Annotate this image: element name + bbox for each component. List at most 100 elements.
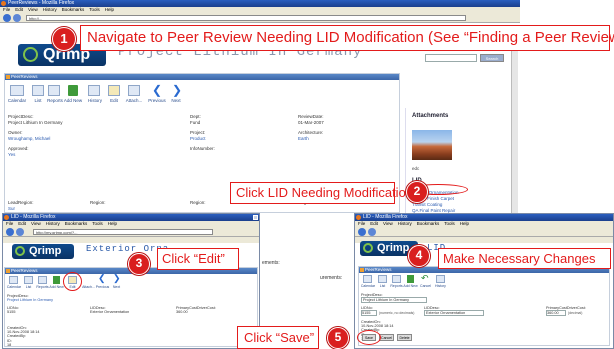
urements-fragment: urements: bbox=[320, 275, 343, 281]
save-toolbar-cancel[interactable]: Cancel bbox=[418, 284, 433, 288]
main-url-bar[interactable]: http://... bbox=[26, 15, 466, 21]
previous-arrow-icon[interactable]: ❮ bbox=[152, 84, 162, 96]
add-new-icon[interactable] bbox=[68, 85, 78, 96]
edit-add-new-icon[interactable] bbox=[53, 276, 60, 284]
firefox-icon bbox=[356, 215, 361, 220]
edit-reports-icon[interactable] bbox=[38, 276, 47, 284]
lead-region-label: LeadRegion: bbox=[8, 200, 34, 205]
save-menu-tools[interactable]: Tools bbox=[444, 221, 455, 226]
main-search-input[interactable] bbox=[425, 54, 477, 62]
menu-edit[interactable]: Edit bbox=[15, 7, 23, 12]
save-panel-title-text: PeerReviews bbox=[365, 267, 392, 272]
save-menu-file[interactable]: File bbox=[358, 221, 365, 226]
edit-back-button[interactable] bbox=[6, 228, 14, 236]
edit-previous-arrow-icon[interactable]: ❮ bbox=[98, 273, 106, 284]
next-arrow-icon[interactable]: ❯ bbox=[172, 84, 182, 96]
edit-menu-view[interactable]: View bbox=[31, 221, 41, 226]
save-menu-bookmarks[interactable]: Bookmarks bbox=[417, 221, 440, 226]
main-panel-title-text: PeerReviews bbox=[11, 74, 38, 79]
edit-menu-bookmarks[interactable]: Bookmarks bbox=[65, 221, 88, 226]
save-forward-button[interactable] bbox=[368, 228, 376, 236]
edit-toolbar-add-new[interactable]: Add New bbox=[48, 285, 65, 289]
review-date-label: ReviewDate: bbox=[298, 114, 324, 119]
callout-step-5: Click “Save” bbox=[237, 326, 319, 349]
edit-menu-edit[interactable]: Edit bbox=[18, 221, 26, 226]
menu-help[interactable]: Help bbox=[105, 7, 114, 12]
save-menu-history[interactable]: History bbox=[398, 221, 412, 226]
forward-button[interactable] bbox=[13, 14, 21, 22]
toolbar-previous[interactable]: Previous bbox=[144, 98, 170, 103]
region2-label: Region: bbox=[190, 200, 206, 205]
edit-navbar: http://my.qrimp.com/?... bbox=[3, 227, 259, 237]
qrimp-logo-ring-save bbox=[363, 243, 373, 253]
reports-icon[interactable] bbox=[48, 85, 60, 96]
toolbar-attach[interactable]: Attach... bbox=[122, 98, 146, 103]
edit-menu-history[interactable]: History bbox=[46, 221, 60, 226]
calendar-icon[interactable] bbox=[10, 85, 24, 96]
project-desc-value: Project Lithium In Germany bbox=[8, 120, 63, 125]
edit-icon[interactable] bbox=[108, 85, 120, 96]
edit-next-arrow-icon[interactable]: ❯ bbox=[113, 273, 121, 284]
edit-forward-button[interactable] bbox=[16, 228, 24, 236]
edit-toolbar-calendar[interactable]: Calendar bbox=[4, 285, 24, 289]
architecture-value[interactable]: Earth bbox=[298, 136, 309, 141]
save-history-icon[interactable] bbox=[436, 275, 445, 283]
edit-toolbar-previous[interactable]: Previous bbox=[94, 285, 111, 289]
step-4-badge: 4 bbox=[408, 245, 430, 267]
menu-file[interactable]: File bbox=[3, 7, 10, 12]
save-primary-cost-value: 360.00 bbox=[547, 311, 559, 315]
save-cancel-icon[interactable]: ↶ bbox=[421, 273, 429, 283]
region-label: Region: bbox=[90, 200, 106, 205]
main-navbar: http://... bbox=[0, 13, 520, 23]
toolbar-add-new[interactable]: Add New bbox=[62, 98, 84, 103]
toolbar-next[interactable]: Next bbox=[168, 98, 184, 103]
attach-icon[interactable] bbox=[128, 85, 140, 96]
ements-fragment: ements: bbox=[262, 260, 280, 266]
save-menu-view[interactable]: View bbox=[383, 221, 393, 226]
save-toolbar-calendar[interactable]: Calendar bbox=[358, 284, 378, 288]
project-value[interactable]: Product bbox=[190, 136, 206, 141]
save-calendar-icon[interactable] bbox=[363, 275, 372, 283]
menu-bookmarks[interactable]: Bookmarks bbox=[62, 7, 85, 12]
edit-menu-tools[interactable]: Tools bbox=[92, 221, 103, 226]
edit-menu-file[interactable]: File bbox=[6, 221, 13, 226]
edit-lid-no-value: 5155 bbox=[7, 310, 16, 314]
history-icon[interactable] bbox=[88, 85, 100, 96]
save-add-new-icon[interactable] bbox=[407, 275, 414, 283]
save-list-icon[interactable] bbox=[378, 275, 387, 283]
main-scrollbar[interactable] bbox=[511, 30, 518, 230]
architecture-label: Architecture: bbox=[298, 130, 324, 135]
delete-button[interactable]: Delete bbox=[397, 334, 412, 341]
step-1-badge: 1 bbox=[52, 27, 76, 51]
attachment-photo[interactable] bbox=[412, 130, 452, 160]
main-search-button[interactable]: Search bbox=[480, 54, 504, 62]
toolbar-history[interactable]: History bbox=[84, 98, 106, 103]
edit-menu-help[interactable]: Help bbox=[108, 221, 117, 226]
toolbar-edit[interactable]: Edit bbox=[104, 98, 124, 103]
cancel-button[interactable]: Cancel bbox=[379, 334, 394, 341]
edit-list-icon[interactable] bbox=[24, 276, 33, 284]
owner-value[interactable]: Wroughamp, Michael bbox=[8, 136, 50, 141]
callout-step-1: Navigate to Peer Review Needing LID Modi… bbox=[80, 25, 614, 51]
main-panel-title: PeerReviews bbox=[5, 74, 399, 80]
save-project-desc-value: Project Lithium In Germany bbox=[363, 298, 410, 302]
save-toolbar-add-new[interactable]: Add New bbox=[402, 284, 419, 288]
back-button[interactable] bbox=[3, 14, 11, 22]
approved-label: Approved: bbox=[8, 146, 29, 151]
menu-view[interactable]: View bbox=[28, 7, 38, 12]
list-icon[interactable] bbox=[32, 85, 44, 96]
save-toolbar-history[interactable]: History bbox=[433, 284, 448, 288]
edit-calendar-icon[interactable] bbox=[9, 276, 18, 284]
edit-window-titlebar: LID - Mozilla Firefox bbox=[3, 214, 259, 221]
edit-window-close[interactable] bbox=[253, 215, 258, 220]
toolbar-calendar[interactable]: Calendar bbox=[4, 98, 30, 103]
menu-history[interactable]: History bbox=[43, 7, 57, 12]
edit-toolbar-next[interactable]: Next bbox=[110, 285, 123, 289]
save-menu-help[interactable]: Help bbox=[460, 221, 469, 226]
save-reports-icon[interactable] bbox=[392, 275, 401, 283]
save-back-button[interactable] bbox=[358, 228, 366, 236]
save-menu-edit[interactable]: Edit bbox=[370, 221, 378, 226]
menu-tools[interactable]: Tools bbox=[89, 7, 100, 12]
firefox-icon bbox=[1, 1, 6, 6]
edit-url-bar[interactable]: http://my.qrimp.com/?... bbox=[33, 229, 213, 235]
